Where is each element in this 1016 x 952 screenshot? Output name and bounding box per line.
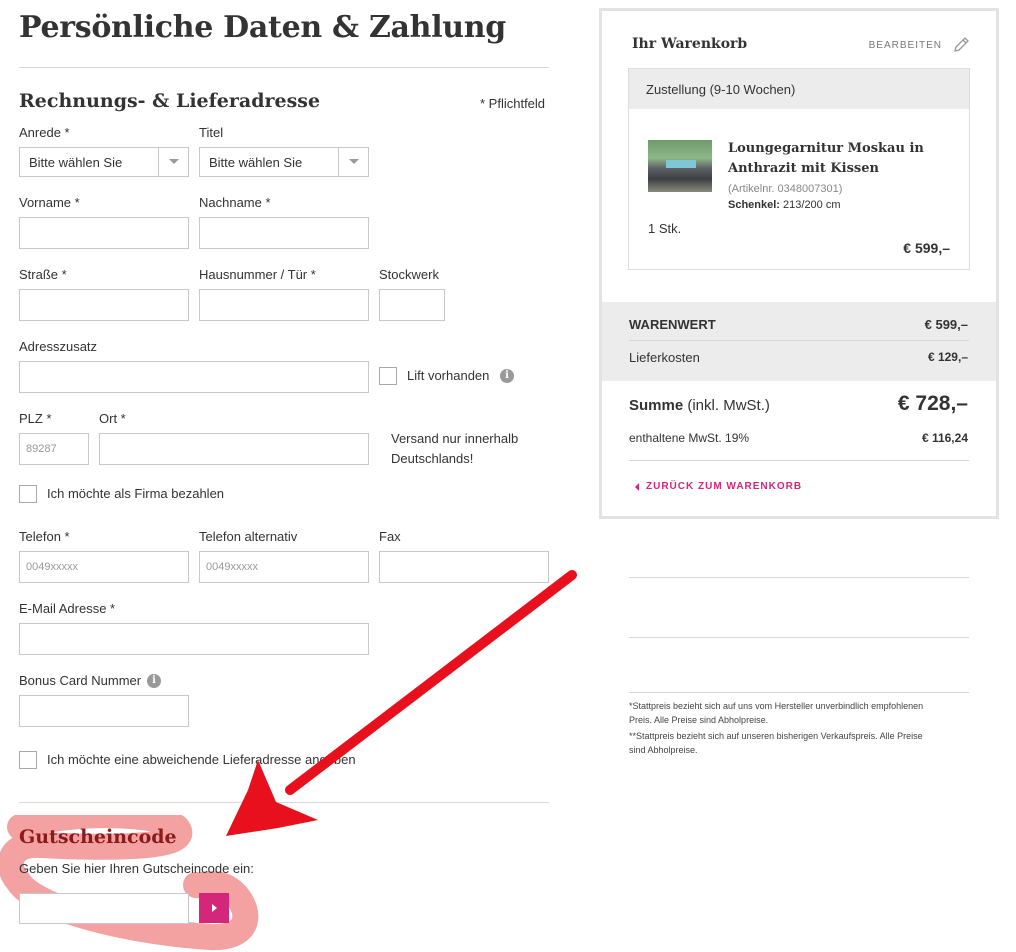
arrow-annotation (226, 570, 577, 836)
